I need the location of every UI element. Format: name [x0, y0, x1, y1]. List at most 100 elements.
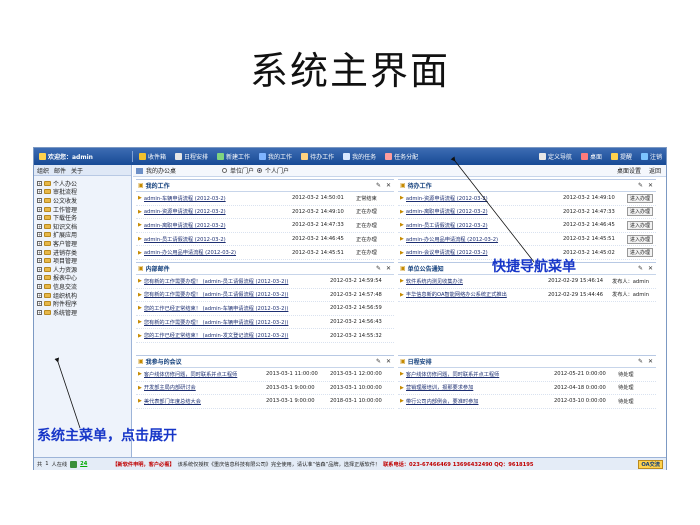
item-link[interactable]: admin-离职申请流程 (2012-03-2): [144, 222, 292, 229]
edit-icon[interactable]: ✎: [376, 265, 381, 272]
enter-handle-button[interactable]: 进入办理: [626, 220, 653, 230]
toolbar-my-task-button[interactable]: 我的任务: [343, 152, 376, 161]
enter-handle-button[interactable]: 进入办理: [626, 207, 653, 217]
toolbar-define-nav-button[interactable]: 定义导航: [538, 152, 572, 161]
item-link[interactable]: 营销理服培训，报那要求参加: [406, 384, 554, 391]
item-link[interactable]: 您有新的工作需要办理！ (admin-员工请假流程 (2012-03-2)): [144, 291, 330, 298]
edit-icon[interactable]: ✎: [376, 358, 381, 365]
sidebar-menu-item[interactable]: + 下载任务: [37, 213, 131, 222]
folder-icon: [44, 197, 51, 203]
toolbar-inbox-button[interactable]: 收件箱: [139, 152, 166, 161]
enter-handle-button[interactable]: 进入办理: [626, 234, 653, 244]
item-link[interactable]: admin-车辆申请流程 (2012-03-2): [144, 195, 292, 202]
toolbar-calendar-button[interactable]: 日程安排: [175, 152, 208, 161]
item-link[interactable]: admin-员工请假流程 (2012-03-2): [406, 222, 563, 229]
sidebar-menu-item[interactable]: + 审批流程: [37, 188, 131, 196]
expand-icon[interactable]: +: [37, 301, 42, 307]
radio-unit-label: 单位门户: [230, 168, 255, 175]
oa-logo[interactable]: OA交流: [638, 459, 663, 469]
list-item: ▶ admin-离职申请流程 (2012-03-2) 2012-03-2 14:47…: [398, 206, 656, 220]
edit-icon[interactable]: ✎: [638, 182, 643, 189]
online-users-icon[interactable]: [70, 460, 78, 468]
oa-app-window: 欢迎您：admin 收件箱 日程安排 新建工作 我的工作 待办工作 我的任务 任…: [33, 147, 667, 470]
panel-title: 我的工作: [145, 183, 170, 190]
edit-icon[interactable]: ✎: [638, 265, 643, 272]
sidebar-menu-item[interactable]: + 个人办公: [37, 179, 131, 188]
tab-mail[interactable]: 邮件: [54, 166, 66, 175]
sidebar-menu-item[interactable]: + 附件程序: [37, 299, 131, 308]
desktop-settings-link[interactable]: 桌面设置: [617, 166, 641, 175]
item-link[interactable]: 软件系统内测见收集办法: [406, 278, 548, 285]
expand-icon[interactable]: +: [37, 206, 42, 212]
online-suffix[interactable]: 人在线: [52, 461, 68, 468]
back-link[interactable]: 返回: [649, 166, 661, 175]
sidebar-menu-item[interactable]: + 系统管理: [37, 308, 131, 317]
item-link[interactable]: admin-资源申请流程 (2012-03-2): [406, 195, 563, 202]
close-icon[interactable]: ✕: [648, 182, 653, 189]
close-icon[interactable]: ✕: [386, 358, 391, 365]
item-link[interactable]: admin-资源申请流程 (2012-03-2): [144, 208, 292, 215]
item-link[interactable]: admin-员工请假流程 (2012-03-2): [144, 236, 292, 243]
expand-icon[interactable]: +: [37, 309, 42, 315]
item-link[interactable]: 您有新的工作需要办理！ (admin-车辆申请流程 (2012-03-2)): [144, 319, 330, 326]
item-link[interactable]: admin-办公用品申请流程 (2012-03-2): [144, 249, 292, 256]
item-link[interactable]: admin-离职申请流程 (2012-03-2): [406, 208, 563, 215]
sidebar-menu-item[interactable]: + 工作管理: [37, 205, 131, 214]
item-link[interactable]: admin-办公用品申请流程 (2012-03-2): [406, 236, 563, 243]
sidebar-menu-item[interactable]: + 知识文档: [37, 222, 131, 231]
item-link[interactable]: 丰华信息新的OA智能网络办公系统正式推出: [406, 291, 548, 298]
edit-icon[interactable]: ✎: [376, 182, 381, 189]
expand-icon[interactable]: +: [37, 223, 42, 229]
toolbar-logout-button[interactable]: 注销: [640, 152, 662, 161]
sidebar-menu-item[interactable]: + 人力资源: [37, 265, 131, 274]
expand-icon[interactable]: +: [37, 258, 42, 264]
tab-about[interactable]: 关于: [71, 166, 83, 175]
expand-icon[interactable]: +: [37, 232, 42, 238]
toolbar-assign-button[interactable]: 任务分配: [385, 152, 418, 161]
enter-handle-button[interactable]: 进入办理: [626, 193, 653, 203]
sidebar-menu-item[interactable]: + 公文收发: [37, 196, 131, 205]
expand-icon[interactable]: +: [37, 283, 42, 289]
expand-icon[interactable]: +: [37, 292, 42, 298]
expand-icon[interactable]: +: [37, 275, 42, 281]
expand-icon[interactable]: +: [37, 197, 42, 203]
expand-icon[interactable]: +: [37, 189, 42, 195]
item-link[interactable]: 开发部主局内部研讨会: [144, 384, 266, 391]
radio-personal-portal[interactable]: [257, 168, 263, 173]
toolbar-new-work-button[interactable]: 新建工作: [217, 152, 250, 161]
close-icon[interactable]: ✕: [648, 358, 653, 365]
toolbar-reminder-button[interactable]: 提醒: [610, 152, 632, 161]
promo-link[interactable]: 【新软件申明，客户必看】: [112, 461, 174, 468]
toolbar-todo-button[interactable]: 待办工作: [301, 152, 334, 161]
close-icon[interactable]: ✕: [386, 182, 391, 189]
radio-unit-portal[interactable]: [222, 168, 228, 173]
sidebar-menu-item[interactable]: + 信息交流: [37, 282, 131, 291]
expand-icon[interactable]: +: [37, 180, 42, 186]
expand-icon[interactable]: +: [37, 215, 42, 221]
enter-handle-button[interactable]: 进入办理: [626, 248, 653, 258]
sidebar-menu-item[interactable]: + 项目管理: [37, 256, 131, 265]
expand-icon[interactable]: +: [37, 240, 42, 246]
item-link[interactable]: 您有新的工作需要办理！ (admin-员工请假流程 (2012-03-2)): [144, 278, 330, 285]
sidebar-menu-item[interactable]: + 客户管理: [37, 239, 131, 248]
tab-org[interactable]: 组织: [37, 166, 49, 175]
sidebar-menu-item[interactable]: + 组织机构: [37, 291, 131, 300]
item-time: 2012-03-2 14:56:43: [330, 319, 382, 326]
close-icon[interactable]: ✕: [648, 265, 653, 272]
desk-tab-label[interactable]: 我的办公桌: [146, 166, 176, 175]
item-link[interactable]: 您的工作已经正常结束！ (admin-车辆申请流程 (2012-03-2)): [144, 305, 330, 312]
item-link[interactable]: 您的工作已经正常结束！ (admin-发文登记流程 (2012-03-2)): [144, 332, 330, 339]
expand-icon[interactable]: +: [37, 249, 42, 255]
close-icon[interactable]: ✕: [386, 265, 391, 272]
sidebar-menu-item[interactable]: + 进销存类: [37, 248, 131, 257]
sidebar-menu-item[interactable]: + 报表中心: [37, 274, 131, 282]
item-link[interactable]: 客户线体仿修问题，同时联系并点工程师: [406, 371, 554, 378]
item-link[interactable]: 美代表部门年度总结大会: [144, 398, 266, 405]
toolbar-my-work-button[interactable]: 我的工作: [259, 152, 292, 161]
edit-icon[interactable]: ✎: [638, 358, 643, 365]
expand-icon[interactable]: +: [37, 266, 42, 272]
toolbar-desktop-button[interactable]: 桌面: [580, 152, 602, 161]
sidebar-menu-item[interactable]: + 扩展应用: [37, 231, 131, 239]
item-link[interactable]: 带行公司内部例会，要准时参加: [406, 398, 554, 405]
item-link[interactable]: 客户线体仿修问题，同时联系并点工程师: [144, 371, 266, 378]
